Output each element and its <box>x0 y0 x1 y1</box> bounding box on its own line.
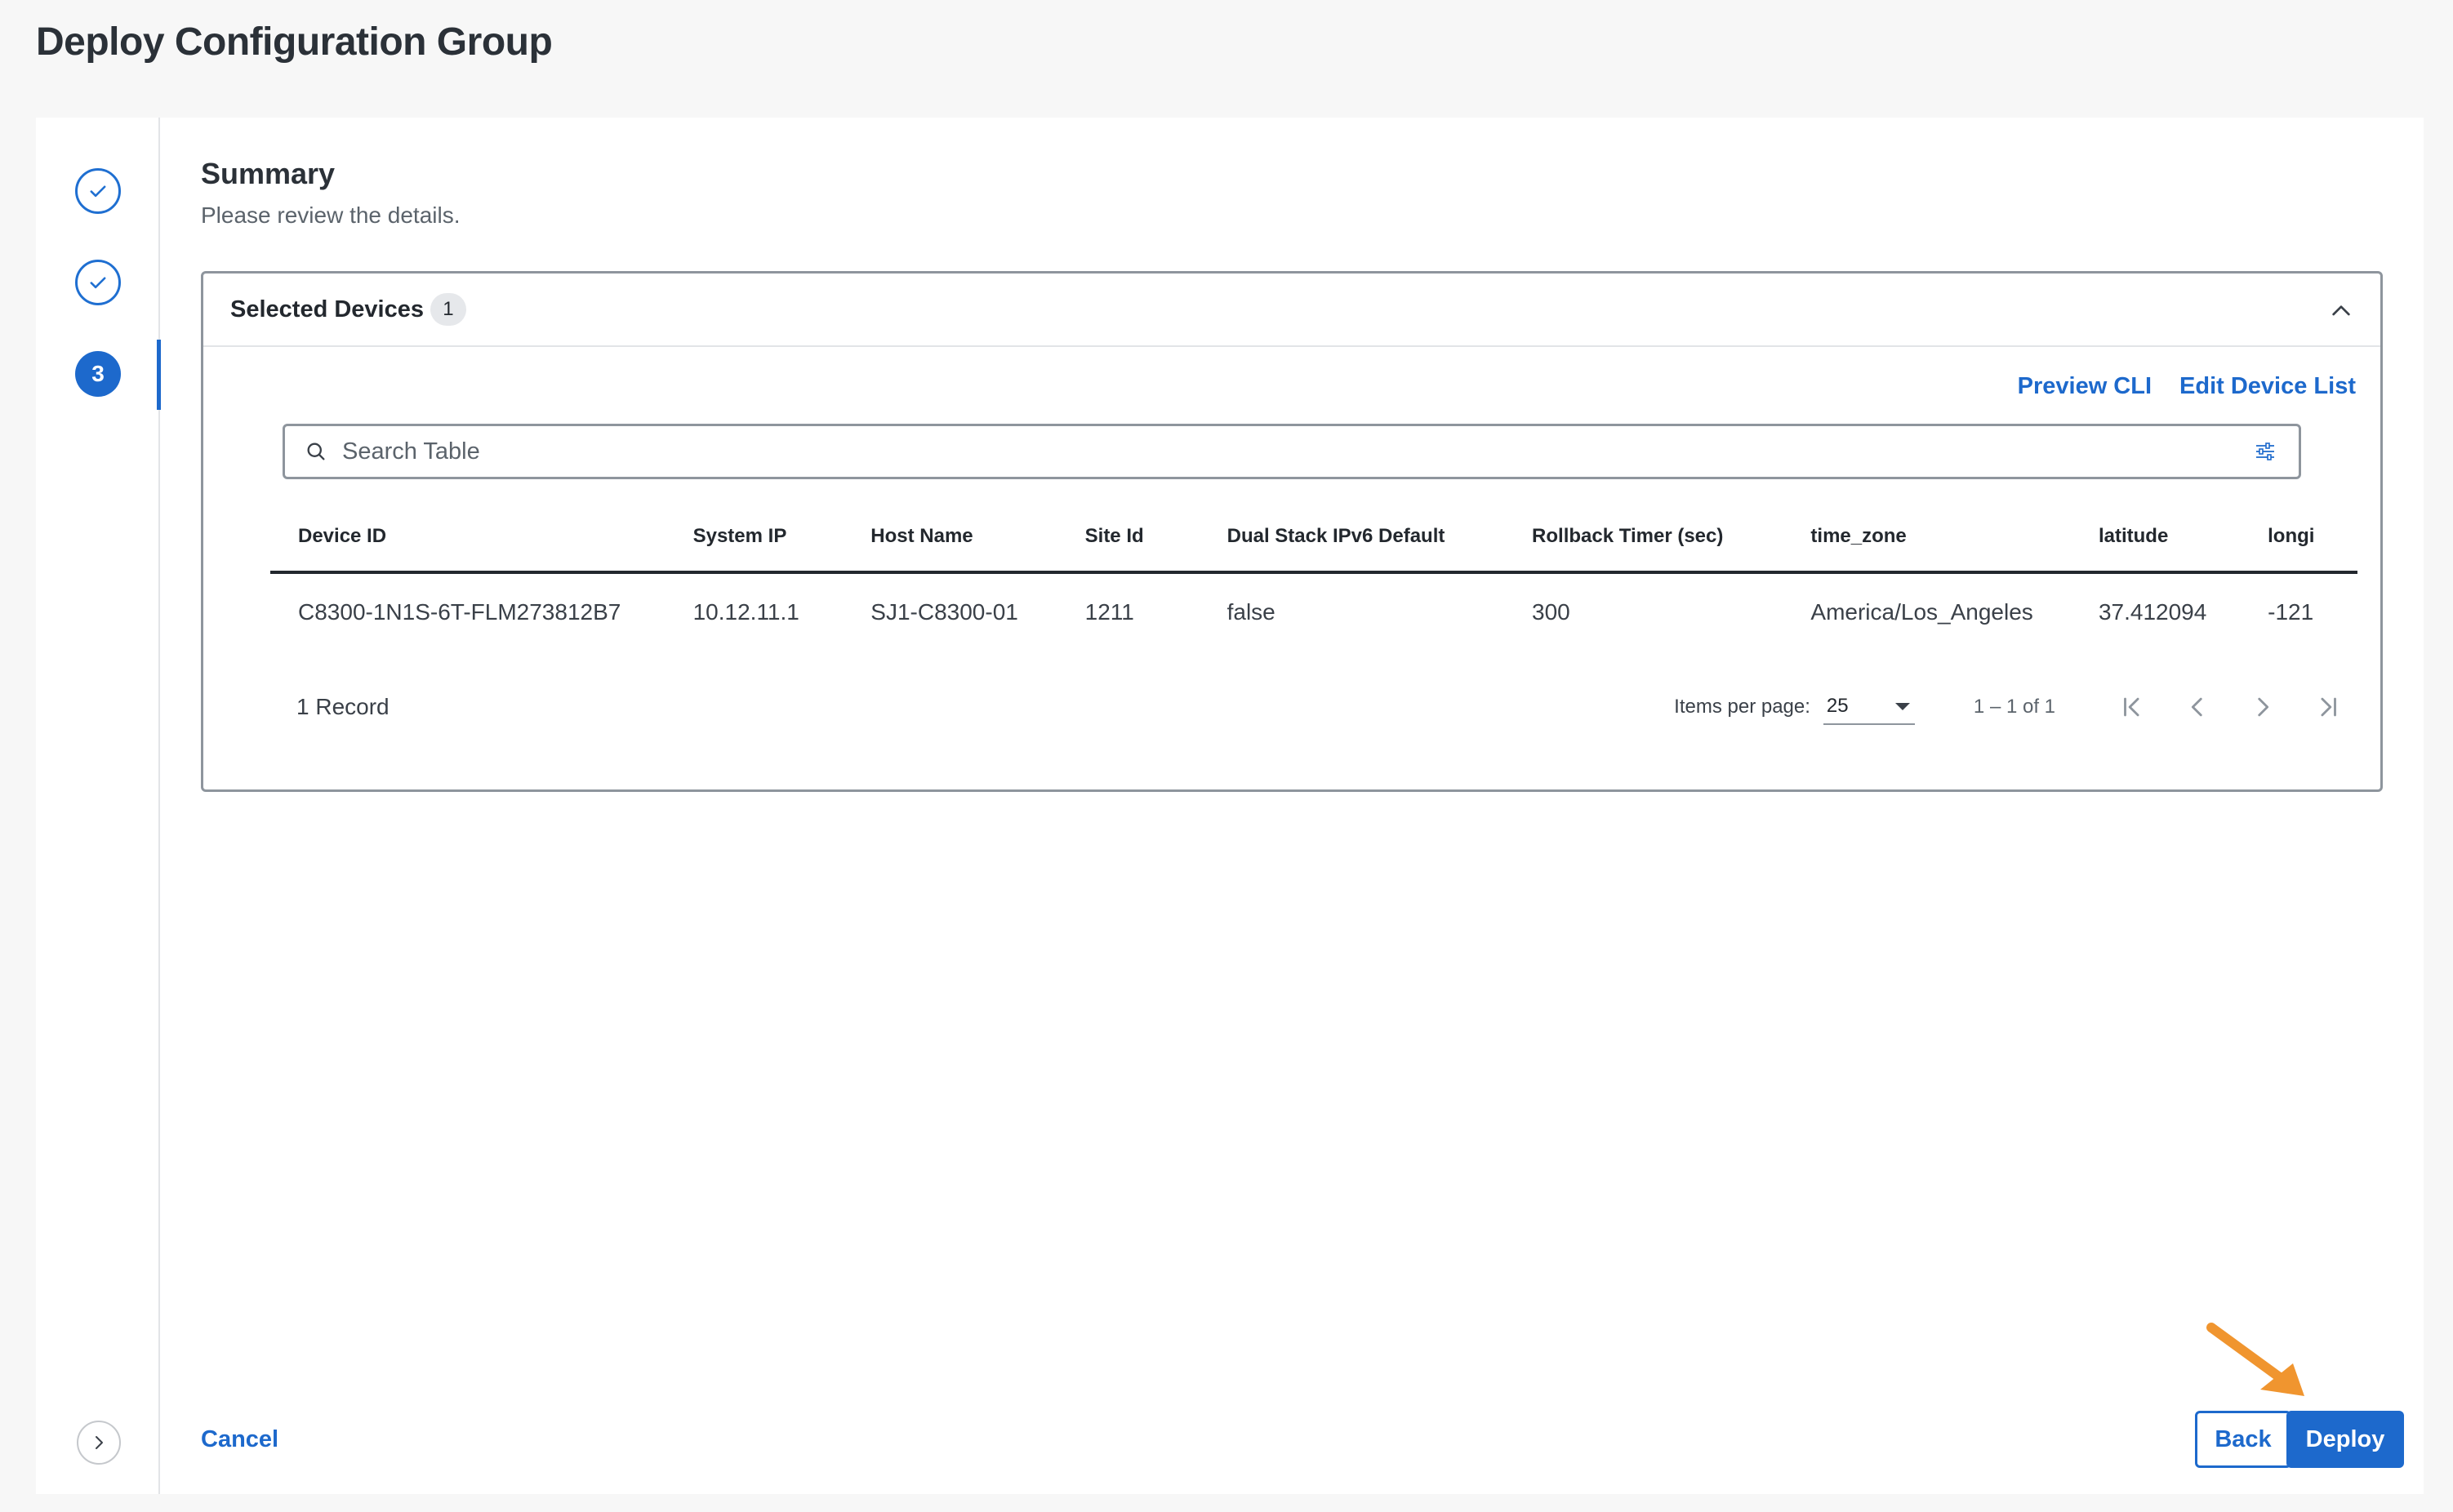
summary-title: Summary <box>201 157 336 190</box>
cell-site-id: 1211 <box>1057 572 1200 625</box>
last-page-button[interactable] <box>2308 687 2348 727</box>
wizard-card: 3 Summary Please review the details. Sel… <box>36 118 2424 1494</box>
items-per-page-label: Items per page: <box>1674 696 1810 718</box>
cell-rollback-timer: 300 <box>1504 572 1783 625</box>
annotation-arrow-icon <box>2206 1323 2304 1396</box>
devices-table: Device ID System IP Host Name Site Id Du… <box>270 502 2357 625</box>
column-dual-stack-ipv6[interactable]: Dual Stack IPv6 Default <box>1199 502 1505 574</box>
column-device-id[interactable]: Device ID <box>270 502 666 574</box>
caret-down-icon <box>1894 703 1910 710</box>
summary-subtitle: Please review the details. <box>201 202 461 228</box>
search-input[interactable] <box>342 438 2253 465</box>
page-range: 1 – 1 of 1 <box>1973 696 2055 718</box>
column-site-id[interactable]: Site Id <box>1057 502 1200 574</box>
step-3-active[interactable]: 3 <box>75 351 121 397</box>
column-time-zone[interactable]: time_zone <box>1783 502 2071 574</box>
page-title: Deploy Configuration Group <box>36 20 553 64</box>
cancel-button[interactable]: Cancel <box>201 1426 278 1453</box>
wizard-content: Summary Please review the details. Selec… <box>201 118 2424 1494</box>
step-2-complete[interactable] <box>75 260 121 305</box>
wizard-stepper: 3 <box>36 118 161 1494</box>
first-page-icon <box>2124 697 2139 717</box>
back-button[interactable]: Back <box>2195 1411 2291 1468</box>
items-per-page-value: 25 <box>1826 695 1849 717</box>
expand-stepper-button[interactable] <box>77 1421 121 1465</box>
step-1-complete[interactable] <box>75 168 121 214</box>
preview-cli-button[interactable]: Preview CLI <box>2018 373 2152 400</box>
selected-devices-panel: Selected Devices 1 Preview CLI Edit Devi… <box>201 271 2383 792</box>
column-rollback-timer[interactable]: Rollback Timer (sec) <box>1504 502 1783 574</box>
last-page-icon <box>2321 697 2336 717</box>
record-count: 1 Record <box>296 694 390 719</box>
devices-table-wrapper: Device ID System IP Host Name Site Id Du… <box>270 502 2357 625</box>
pagination-controls: Items per page: 25 1 – 1 of 1 <box>1674 687 2348 727</box>
column-system-ip[interactable]: System IP <box>665 502 844 574</box>
selected-devices-title: Selected Devices <box>230 296 424 322</box>
previous-page-button[interactable] <box>2178 687 2217 727</box>
search-icon <box>305 439 329 464</box>
cell-time-zone: America/Los_Angeles <box>1783 572 2071 625</box>
cell-system-ip: 10.12.11.1 <box>665 572 844 625</box>
check-icon <box>90 185 106 198</box>
selected-devices-header[interactable]: Selected Devices 1 <box>203 273 2380 347</box>
chevron-left-icon <box>2191 697 2202 717</box>
first-page-button[interactable] <box>2112 687 2152 727</box>
check-icon <box>90 277 106 289</box>
cell-dual-stack-ipv6: false <box>1199 572 1505 625</box>
collapse-panel-button[interactable] <box>2326 296 2356 326</box>
filter-settings-icon[interactable] <box>2253 439 2277 464</box>
table-row[interactable]: C8300-1N1S-6T-FLM273812B7 10.12.11.1 SJ1… <box>270 572 2357 625</box>
deploy-button[interactable]: Deploy <box>2286 1411 2404 1468</box>
column-longitude[interactable]: longi <box>2240 502 2357 574</box>
active-step-indicator <box>157 340 161 410</box>
table-pagination: 1 Record Items per page: 25 1 – 1 of 1 <box>296 687 2348 727</box>
chevron-up-icon <box>2332 305 2350 316</box>
column-host-name[interactable]: Host Name <box>843 502 1057 574</box>
table-header-row: Device ID System IP Host Name Site Id Du… <box>270 502 2357 574</box>
panel-actions: Preview CLI Edit Device List <box>2018 373 2356 400</box>
device-count-badge: 1 <box>430 293 466 326</box>
next-page-button[interactable] <box>2243 687 2282 727</box>
items-per-page-select[interactable]: 25 <box>1823 689 1915 725</box>
cell-host-name: SJ1-C8300-01 <box>843 572 1057 625</box>
cell-device-id: C8300-1N1S-6T-FLM273812B7 <box>270 572 666 625</box>
column-latitude[interactable]: latitude <box>2070 502 2241 574</box>
cell-longitude: -121 <box>2240 572 2357 625</box>
edit-device-list-button[interactable]: Edit Device List <box>2179 373 2356 400</box>
search-table-box <box>283 424 2301 479</box>
chevron-right-icon <box>2258 697 2269 717</box>
chevron-right-icon <box>96 1436 103 1449</box>
cell-latitude: 37.412094 <box>2070 572 2241 625</box>
